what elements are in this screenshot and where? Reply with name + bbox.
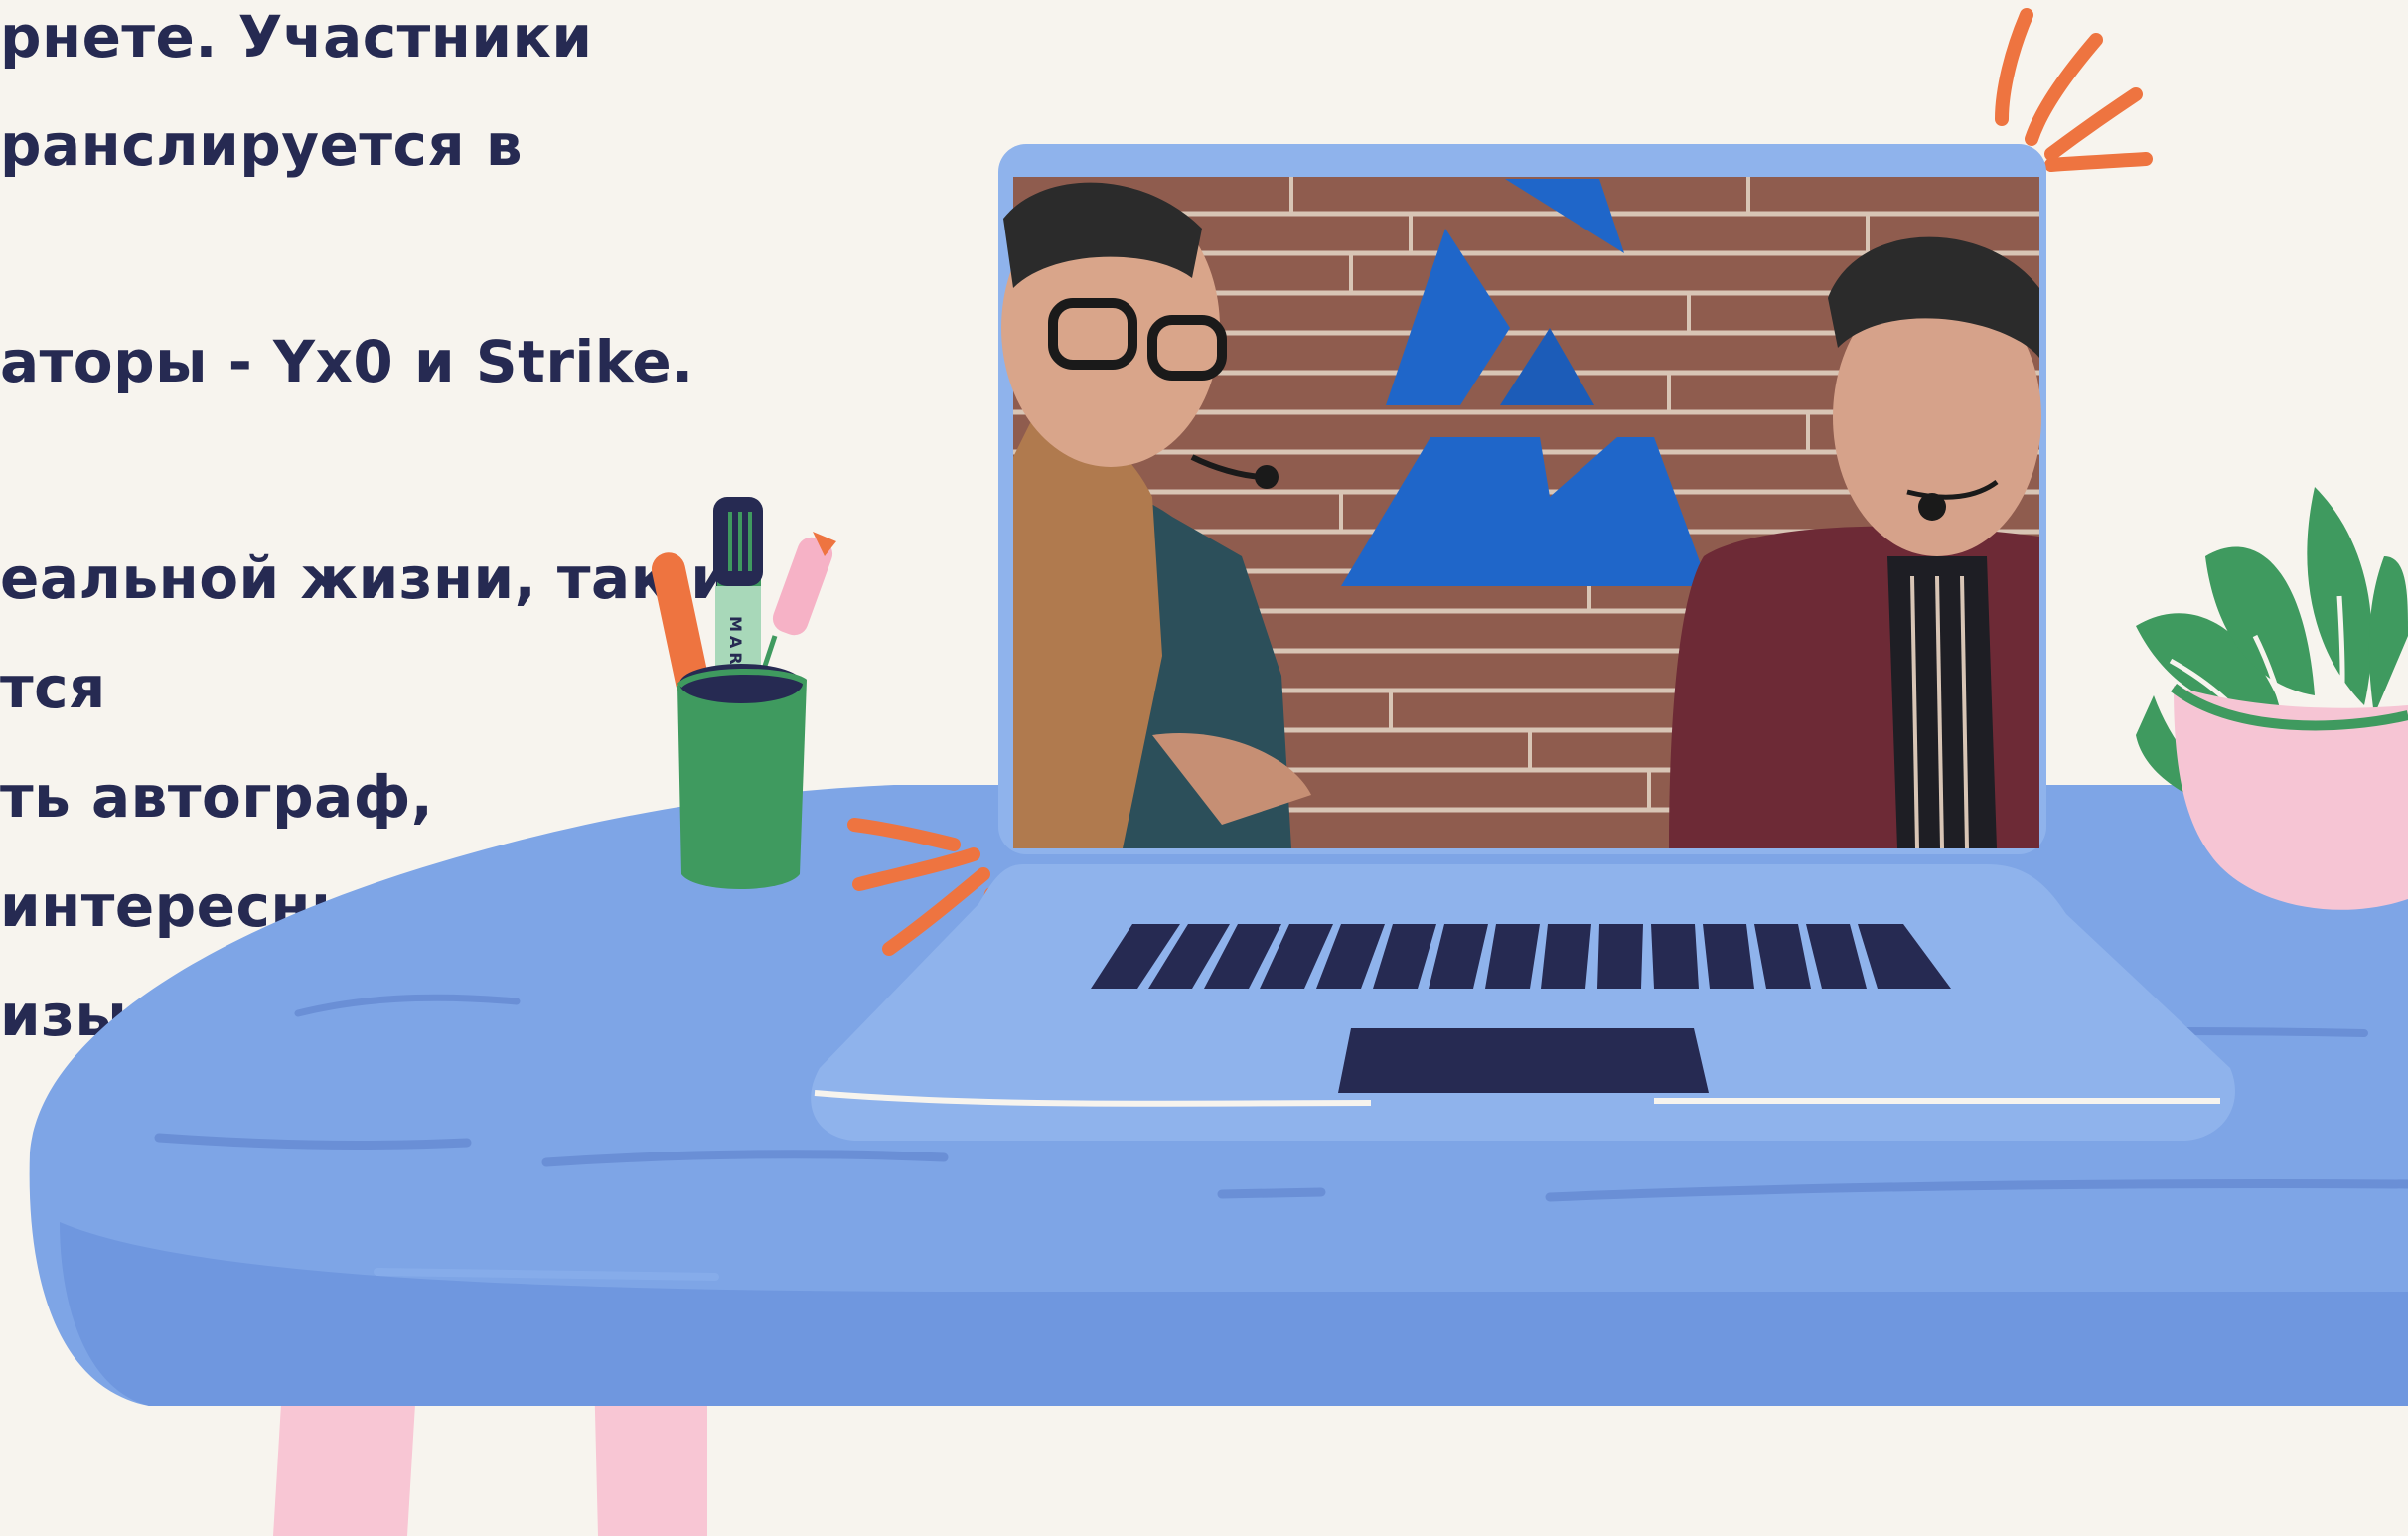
laptop-icon [811,144,2235,1141]
screen-image [1001,177,2041,849]
desk-illustration: MARK [29,8,2408,1536]
sparkle-icon [1995,8,2153,172]
